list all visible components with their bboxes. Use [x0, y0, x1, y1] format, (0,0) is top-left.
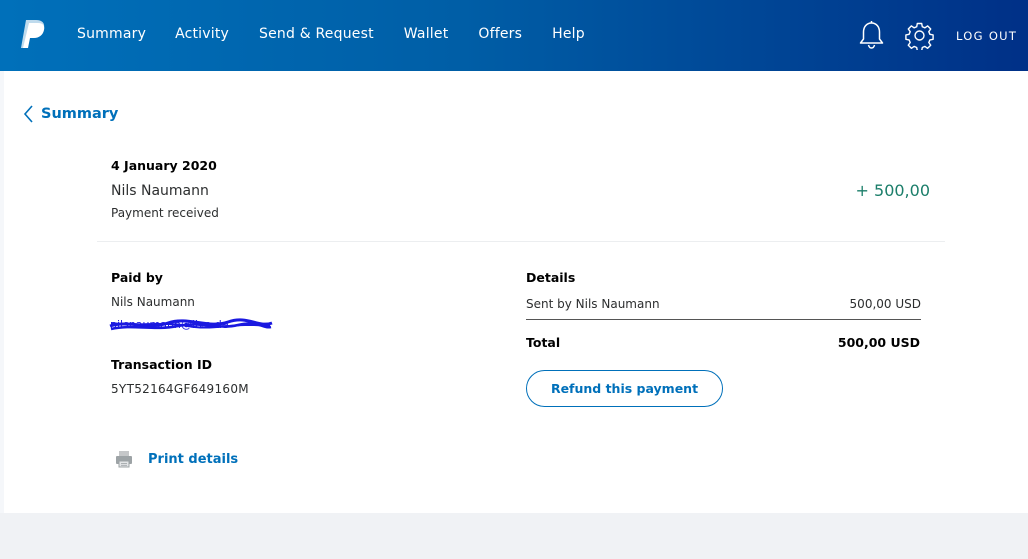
paid-by-label: Paid by: [111, 270, 163, 285]
refund-payment-button[interactable]: Refund this payment: [526, 370, 723, 407]
nav-activity[interactable]: Activity: [175, 26, 229, 42]
sent-by-amount: 500,00 USD: [849, 297, 921, 311]
section-divider: [97, 241, 945, 242]
paypal-logo-icon[interactable]: [20, 18, 48, 50]
redaction-scribble: [109, 318, 273, 331]
transaction-detail-card: [4, 71, 1028, 513]
transaction-amount: + 500,00: [855, 181, 930, 200]
back-label: Summary: [41, 106, 119, 122]
total-label: Total: [526, 335, 561, 350]
details-label: Details: [526, 270, 576, 285]
transaction-type: Payment received: [111, 206, 219, 220]
transaction-id-value: 5YT52164GF649160M: [111, 382, 249, 396]
transaction-id-label: Transaction ID: [111, 357, 213, 372]
counterparty-name: Nils Naumann: [111, 183, 209, 199]
printer-icon[interactable]: [114, 449, 134, 469]
nav-help[interactable]: Help: [552, 26, 585, 42]
chevron-left-icon: [23, 105, 33, 123]
transaction-date: 4 January 2020: [111, 158, 217, 173]
logout-link[interactable]: LOG OUT: [956, 29, 1017, 43]
bell-icon[interactable]: [858, 20, 885, 50]
payer-name: Nils Naumann: [111, 295, 195, 309]
nav-summary[interactable]: Summary: [77, 26, 146, 42]
main-nav: Summary Activity Send & Request Wallet O…: [77, 26, 615, 42]
back-to-summary-link[interactable]: Summary: [22, 104, 118, 124]
nav-wallet[interactable]: Wallet: [404, 26, 449, 42]
page-footer-area: [0, 513, 1028, 559]
nav-offers[interactable]: Offers: [478, 26, 522, 42]
details-divider: [526, 319, 921, 320]
gear-icon[interactable]: [905, 21, 934, 50]
total-amount: 500,00 USD: [837, 335, 920, 350]
top-navigation-bar: Summary Activity Send & Request Wallet O…: [0, 0, 1028, 71]
nav-send-request[interactable]: Send & Request: [259, 26, 374, 42]
print-details-link[interactable]: Print details: [148, 452, 238, 467]
sent-by-label: Sent by Nils Naumann: [526, 297, 660, 311]
